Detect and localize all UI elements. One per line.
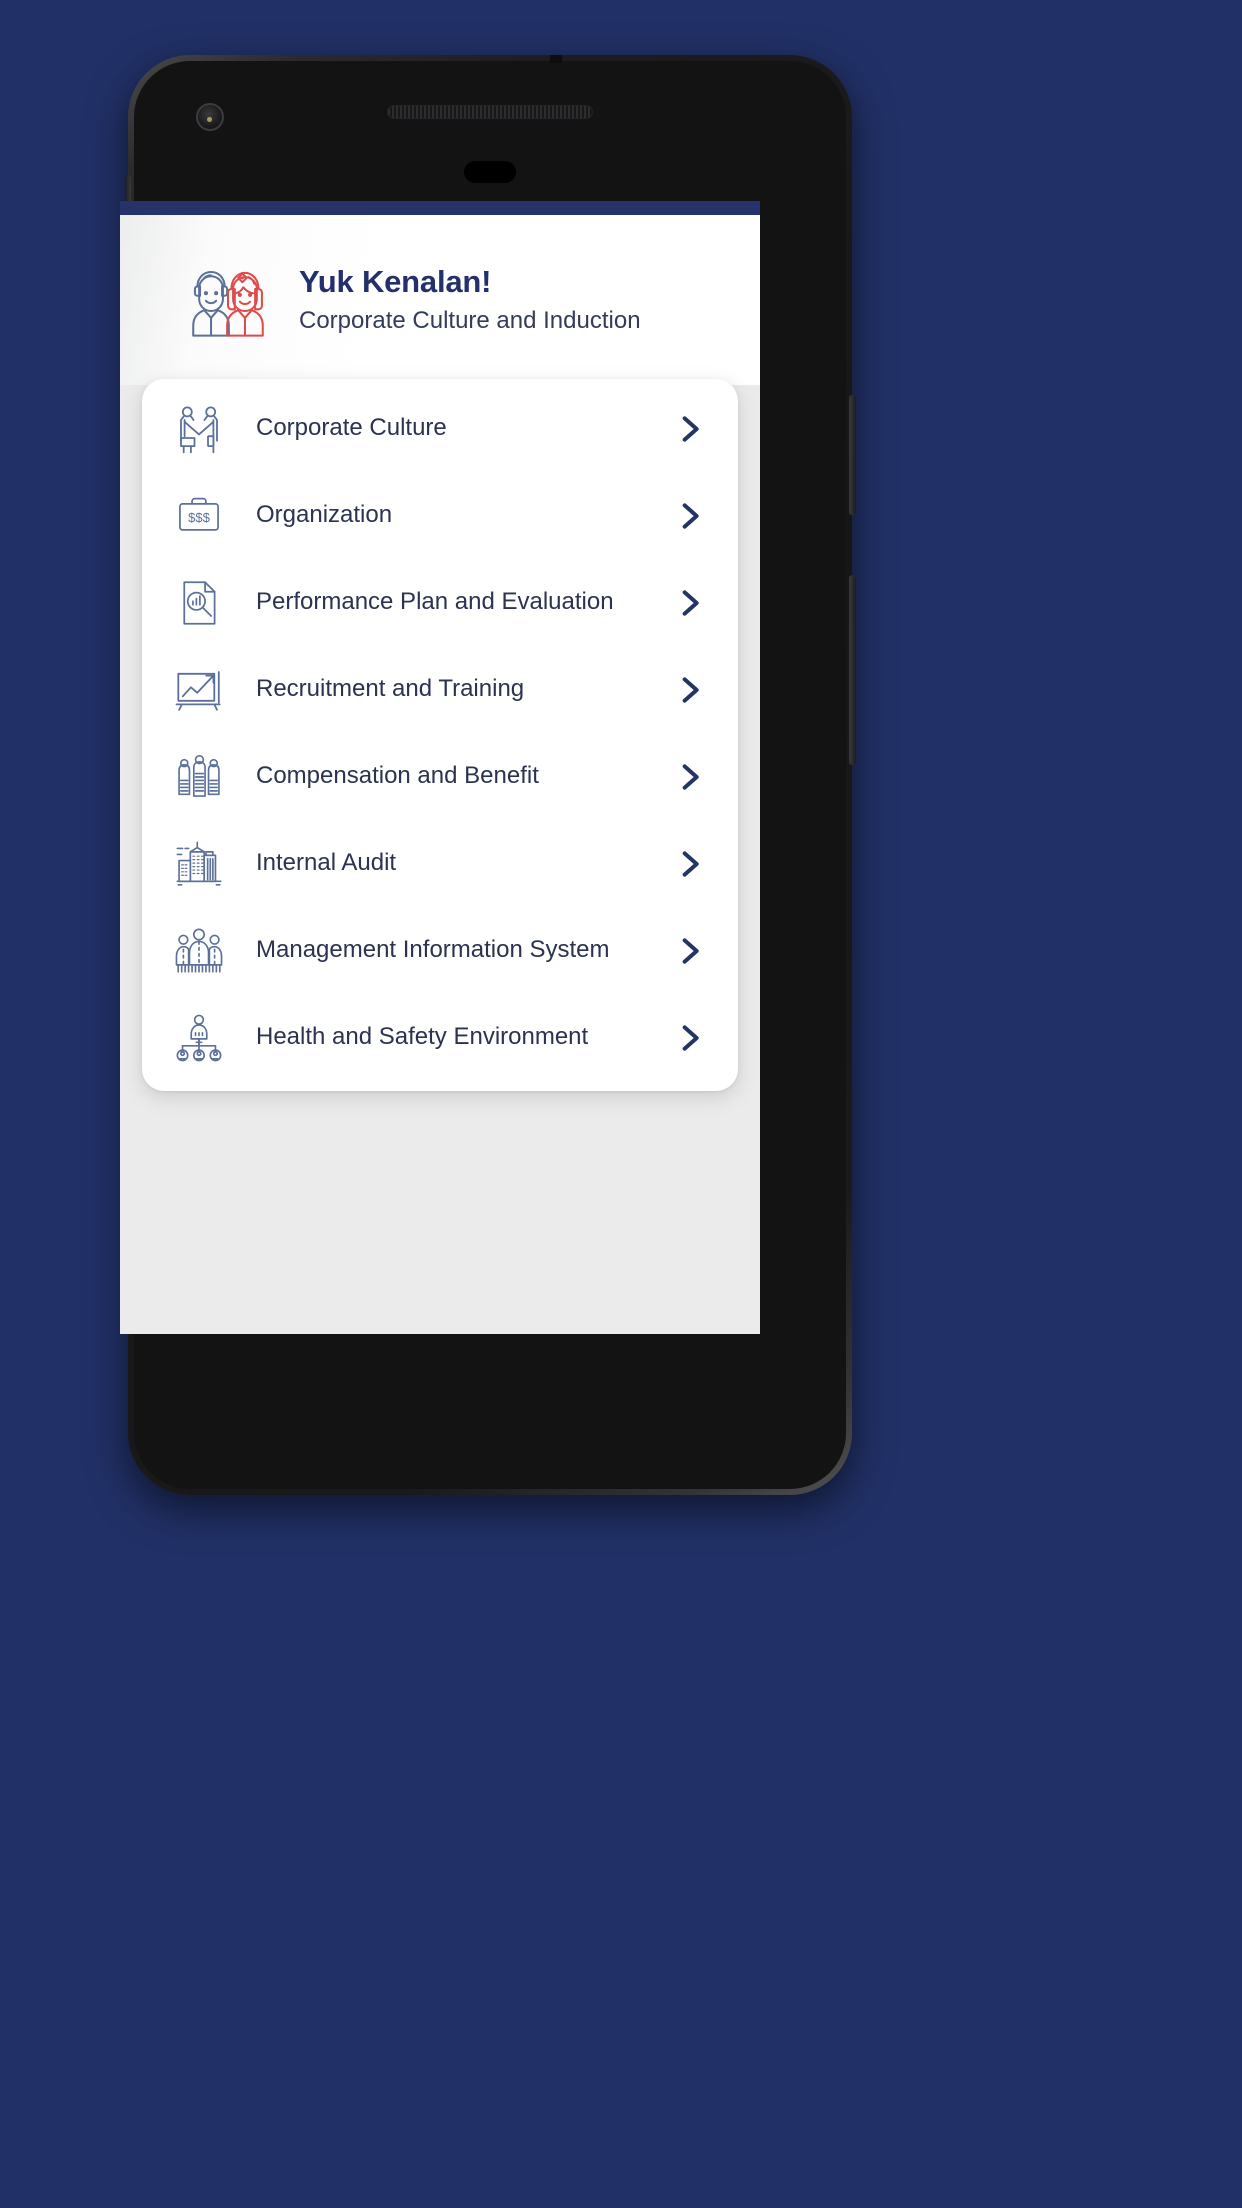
earpiece-speaker-icon	[387, 105, 593, 119]
app-header: Yuk Kenalan! Corporate Culture and Induc…	[120, 215, 760, 385]
briefcase-money-icon: $$$	[170, 487, 228, 545]
menu-item-internal-audit[interactable]: Internal Audit	[142, 820, 738, 907]
menu-item-label: Internal Audit	[256, 849, 397, 877]
menu-item-management-information-system[interactable]: Management Information System	[142, 907, 738, 994]
menu-item-label: Compensation and Benefit	[256, 762, 539, 790]
status-bar	[120, 201, 760, 215]
two-people-avatars-icon	[185, 261, 271, 339]
three-people-money-icon	[170, 748, 228, 806]
menu-card: Corporate Culture $$$ Organization Perfo…	[142, 379, 738, 1091]
page-subtitle: Corporate Culture and Induction	[299, 307, 641, 335]
chevron-right-icon[interactable]	[674, 500, 706, 532]
power-button[interactable]	[849, 395, 856, 515]
page-title: Yuk Kenalan!	[299, 263, 492, 299]
menu-item-label: Management Information System	[256, 936, 610, 964]
menu-item-label: Organization	[256, 501, 393, 529]
chevron-right-icon[interactable]	[674, 848, 706, 880]
chevron-right-icon[interactable]	[674, 413, 706, 445]
menu-item-label: Corporate Culture	[256, 414, 447, 442]
document-search-chart-icon	[170, 574, 228, 632]
menu-item-label: Performance Plan and Evaluation	[256, 588, 614, 616]
menu-item-organization[interactable]: $$$ Organization	[142, 472, 738, 559]
menu-item-recruitment-and-training[interactable]: Recruitment and Training	[142, 646, 738, 733]
volume-button[interactable]	[849, 575, 856, 765]
chevron-right-icon[interactable]	[674, 587, 706, 619]
menu-item-label: Health and Safety Environment	[256, 1023, 589, 1051]
chevron-right-icon[interactable]	[674, 1022, 706, 1054]
menu-item-corporate-culture[interactable]: Corporate Culture	[142, 385, 738, 472]
handshake-people-icon	[170, 400, 228, 458]
chevron-right-icon[interactable]	[674, 674, 706, 706]
chevron-right-icon[interactable]	[674, 935, 706, 967]
header-text-block: Yuk Kenalan! Corporate Culture and Induc…	[299, 264, 641, 336]
office-buildings-icon	[170, 835, 228, 893]
org-hierarchy-people-icon	[170, 1009, 228, 1067]
svg-text:$$$: $$$	[188, 510, 210, 525]
camera-lens-icon	[196, 103, 224, 131]
growth-chart-board-icon	[170, 661, 228, 719]
menu-item-performance-plan-and-evaluation[interactable]: Performance Plan and Evaluation	[142, 559, 738, 646]
team-group-icon	[170, 922, 228, 980]
chevron-right-icon[interactable]	[674, 761, 706, 793]
phone-screen: Yuk Kenalan! Corporate Culture and Induc…	[120, 201, 760, 1334]
menu-item-label: Recruitment and Training	[256, 675, 525, 703]
antenna-band	[550, 55, 562, 63]
menu-item-compensation-and-benefit[interactable]: Compensation and Benefit	[142, 733, 738, 820]
proximity-sensor-icon	[464, 161, 516, 183]
menu-item-health-and-safety-environment[interactable]: Health and Safety Environment	[142, 994, 738, 1081]
